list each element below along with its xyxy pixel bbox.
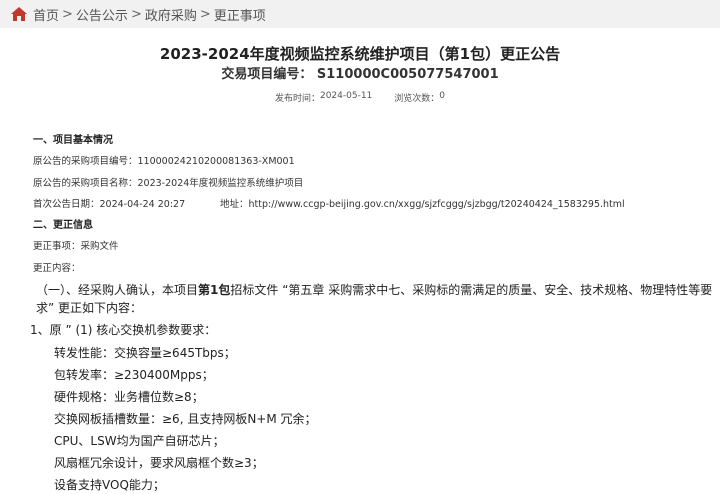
- correction-paragraph-2: 1、原 ” (1) 核心交换机参数要求：: [30, 323, 217, 337]
- spec-line-voq: 设备支持VOQ能力；: [54, 478, 165, 492]
- correction-paragraph-1-cont: 求” 更正如下内容：: [36, 301, 143, 315]
- breadcrumb-home-link[interactable]: 首页: [33, 5, 59, 24]
- spec-line-forwarding: 转发性能：交换容量≥645Tbps；: [54, 346, 236, 360]
- publish-date: 2024-05-11: [319, 91, 373, 101]
- home-icon[interactable]: [10, 6, 28, 22]
- original-notice-address: 地址：http://www.ccgp-beijing.gov.cn/xxgg/s…: [220, 199, 625, 210]
- original-project-number: 原公告的采购项目编号：11000024210200081363-XM001: [33, 156, 295, 167]
- notice-meta: 发布时间： 2024-05-11 浏览次数： 0: [0, 91, 720, 104]
- breadcrumb: 首页 > 公告公示 > 政府采购 > 更正事项: [0, 0, 720, 28]
- breadcrumb-current: 更正事项: [213, 8, 266, 24]
- section-heading-basic: 一、项目基本情况: [33, 135, 113, 146]
- spec-line-fans: 风扇框冗余设计，要求风扇框个数≥3；: [54, 456, 264, 470]
- publish-label: 发布时间：: [274, 94, 320, 104]
- breadcrumb-procurement-link[interactable]: 政府采购: [145, 5, 197, 24]
- spec-line-switch-fabric: 交换网板插槽数量：≥6, 且支持网板N+M 冗余；: [54, 412, 317, 426]
- spec-line-chips: CPU、LSW均为国产自研芯片；: [54, 434, 225, 448]
- section-heading-correction: 二、更正信息: [33, 220, 93, 231]
- package-highlight: 第1包: [198, 283, 231, 297]
- spec-line-packet-rate: 包转发率：≥230400Mpps；: [54, 368, 214, 382]
- views-label: 浏览次数：: [394, 94, 440, 104]
- breadcrumb-separator: >: [62, 6, 73, 22]
- correction-paragraph-1: （一）、经采购人确认，本项目第1包招标文件 “第五章 采购需求中七、采购标的需满…: [36, 283, 713, 297]
- views-count: 0: [439, 91, 446, 101]
- first-announce-date: 首次公告日期：2024-04-24 20:27: [33, 199, 186, 210]
- breadcrumb-separator: >: [199, 6, 211, 22]
- trade-number: 交易项目编号： S110000C005077547001: [221, 67, 499, 82]
- breadcrumb-separator: >: [130, 6, 142, 22]
- page-title: 2023-2024年度视频监控系统维护项目（第1包）更正公告: [159, 45, 561, 63]
- correction-item: 更正事项：采购文件: [33, 241, 119, 252]
- original-project-name: 原公告的采购项目名称：2023-2024年度视频监控系统维护项目: [33, 178, 304, 189]
- correction-content-label: 更正内容：: [33, 263, 81, 274]
- breadcrumb-announcements-link[interactable]: 公告公示: [76, 5, 128, 24]
- spec-line-slots: 硬件规格：业务槽位数≥8；: [54, 390, 204, 404]
